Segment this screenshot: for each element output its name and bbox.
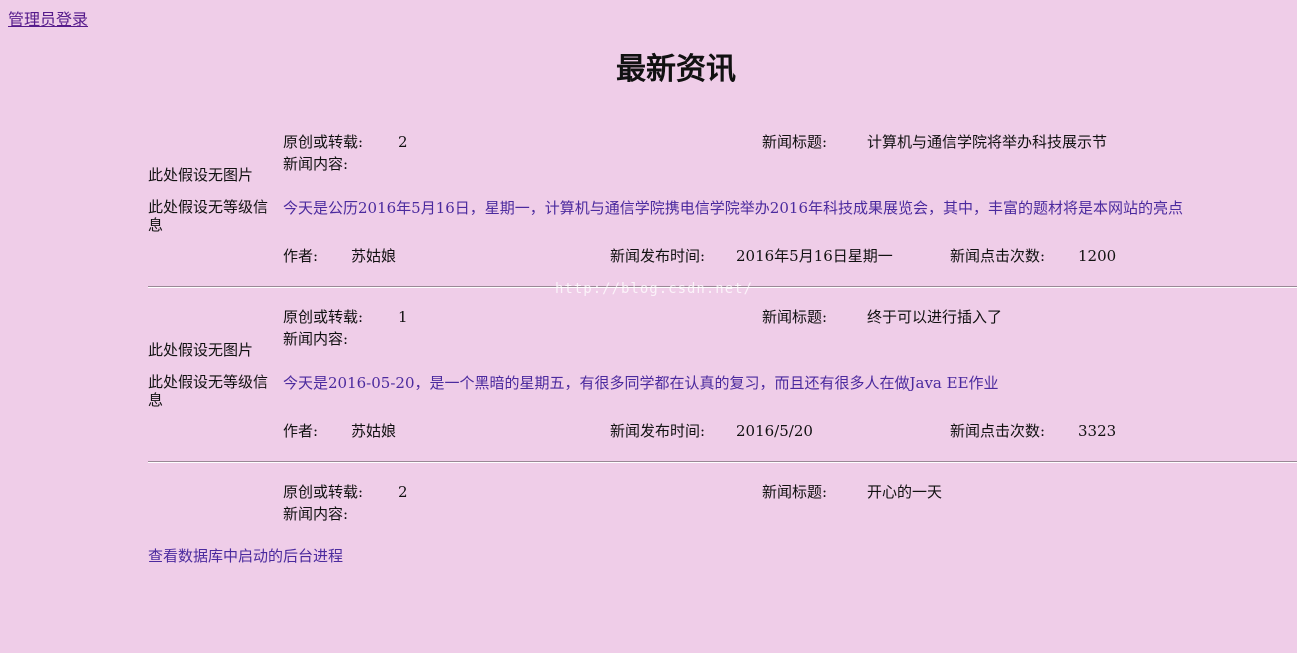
source-label: 原创或转载: xyxy=(283,133,364,151)
title-label: 新闻标题: xyxy=(762,133,828,151)
no-level-text: 此处假设无等级信息 xyxy=(148,373,269,409)
news-content: 今天是2016-05-20，是一个黑暗的星期五，有很多同学都在认真的复习，而且还… xyxy=(283,374,999,392)
news-content: 今天是公历2016年5月16日，星期一，计算机与通信学院携电信学院举办2016年… xyxy=(283,199,1183,217)
clicks-label: 新闻点击次数: xyxy=(950,247,1046,265)
clicks-value: 3323 xyxy=(1078,422,1117,440)
page-title: 最新资讯 xyxy=(616,52,736,87)
title-label: 新闻标题: xyxy=(762,483,828,501)
news-divider xyxy=(148,286,1297,288)
news-divider xyxy=(148,461,1297,463)
author-label: 作者: xyxy=(283,247,319,265)
publish-time-label: 新闻发布时间: xyxy=(610,247,706,265)
author-label: 作者: xyxy=(283,422,319,440)
publish-time-value: 2016年5月16日星期一 xyxy=(736,247,893,265)
no-level-text: 此处假设无等级信息 xyxy=(148,198,269,234)
content-label: 新闻内容: xyxy=(283,155,349,173)
news-item: 原创或转载: 2 新闻标题: 计算机与通信学院将举办科技展示节 新闻内容: 此处… xyxy=(148,128,1297,303)
content-label: 新闻内容: xyxy=(283,330,349,348)
no-picture-text: 此处假设无图片 xyxy=(148,166,254,184)
content-label: 新闻内容: xyxy=(283,505,349,523)
author-value: 苏姑娘 xyxy=(351,422,397,440)
publish-time-value: 2016/5/20 xyxy=(736,422,813,440)
source-value: 2 xyxy=(398,133,408,151)
source-value: 2 xyxy=(398,483,408,501)
source-label: 原创或转载: xyxy=(283,308,364,326)
news-side-info: 此处假设无图片 此处假设无等级信息 xyxy=(148,341,280,409)
author-value: 苏姑娘 xyxy=(351,247,397,265)
news-side-info: 此处假设无图片 此处假设无等级信息 xyxy=(148,166,280,234)
clicks-label: 新闻点击次数: xyxy=(950,422,1046,440)
news-content-partial: 查看数据库中启动的后台进程 xyxy=(148,547,344,565)
publish-time-label: 新闻发布时间: xyxy=(610,422,706,440)
news-item: 原创或转载: 1 新闻标题: 终于可以进行插入了 新闻内容: 此处假设无图片 此… xyxy=(148,303,1297,478)
admin-login-link[interactable]: 管理员登录 xyxy=(8,6,88,30)
news-title: 终于可以进行插入了 xyxy=(867,308,1003,326)
news-title: 开心的一天 xyxy=(867,483,943,501)
no-picture-text: 此处假设无图片 xyxy=(148,341,254,359)
clicks-value: 1200 xyxy=(1078,247,1117,265)
title-label: 新闻标题: xyxy=(762,308,828,326)
source-value: 1 xyxy=(398,308,408,326)
news-list: 原创或转载: 2 新闻标题: 计算机与通信学院将举办科技展示节 新闻内容: 此处… xyxy=(148,128,1297,653)
source-label: 原创或转载: xyxy=(283,483,364,501)
news-title: 计算机与通信学院将举办科技展示节 xyxy=(867,133,1108,151)
